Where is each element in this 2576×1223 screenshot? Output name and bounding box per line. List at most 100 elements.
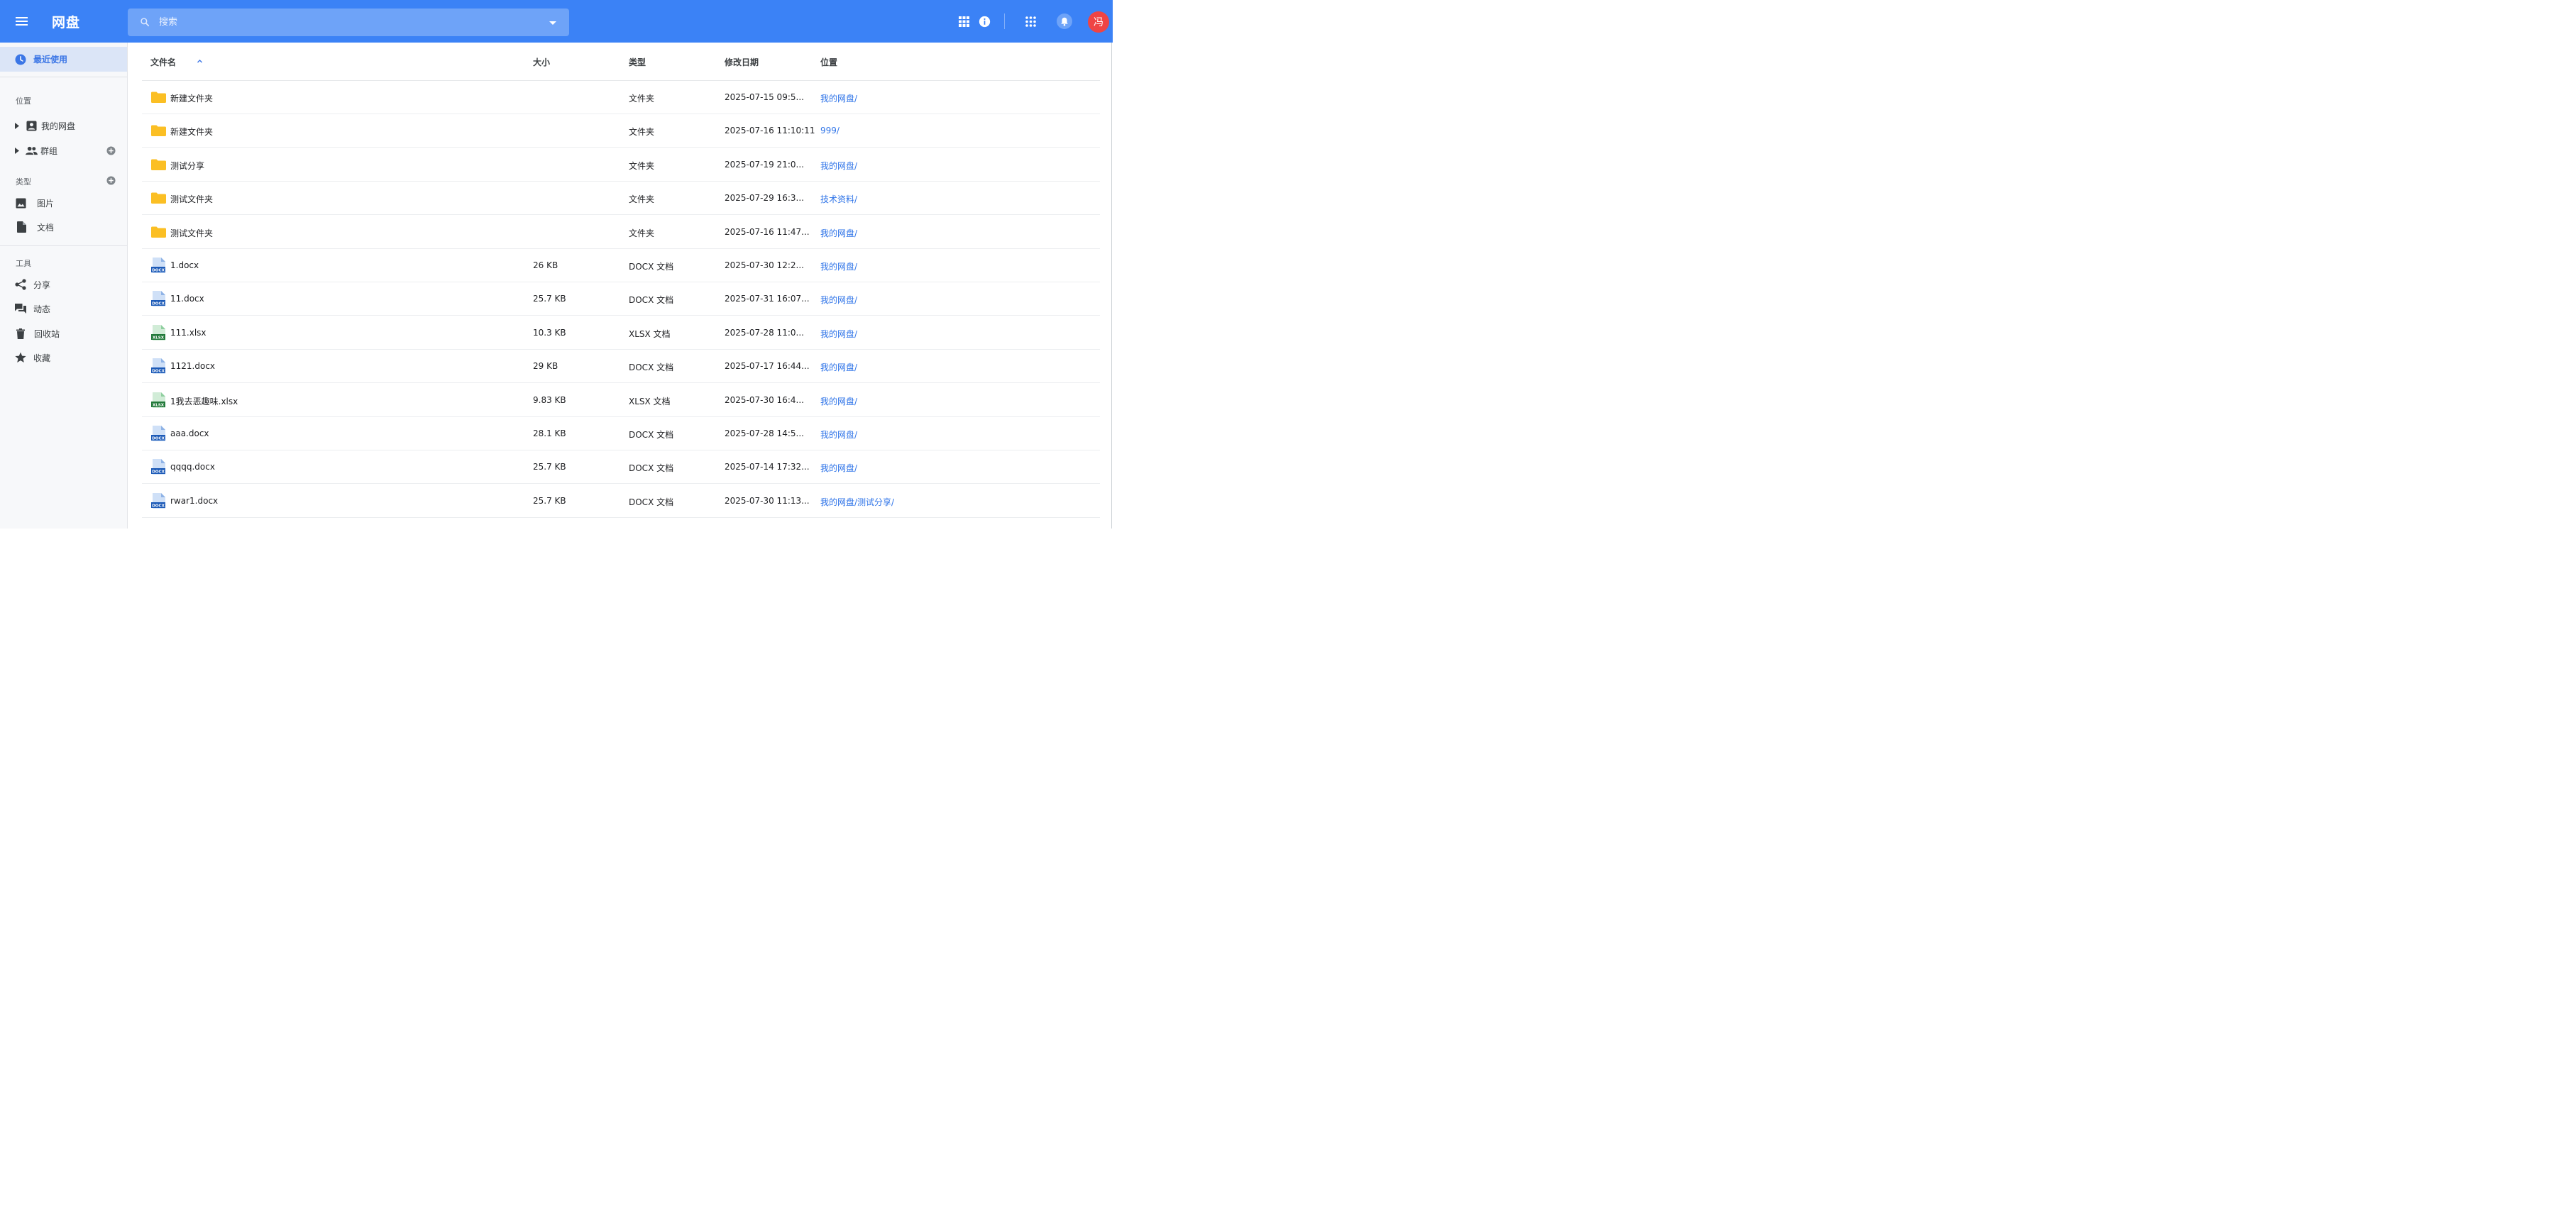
group-icon [26,146,38,155]
column-header-name[interactable]: 文件名 [150,56,176,68]
file-name[interactable]: 新建文件夹 [170,92,213,104]
file-type: DOCX 文档 [629,430,674,440]
file-badge-text: DOCX [152,470,165,475]
folder-icon [151,92,166,103]
table-row[interactable]: DOCX 11.docx 25.7 KB DOCX 文档 2025-07-31 16:0… [142,282,1100,316]
file-location-link[interactable]: 我的网盘/ [820,160,857,172]
sidebar-item-activity[interactable]: 动态 [0,298,127,319]
file-location-link[interactable]: 我的网盘/ [820,428,857,441]
file-list: 文件名 大小 类型 修改日期 位置 新建文件夹 文件夹 2025-07-15 09:… [128,43,1113,529]
file-name[interactable]: 测试文件夹 [170,227,213,239]
sidebar-item-trash[interactable]: 回收站 [0,323,127,344]
folder-icon [151,159,166,170]
file-badge-text: DOCX [152,268,165,272]
sidebar-item-label: 文档 [37,222,55,233]
table-row[interactable]: DOCX 1121.docx 29 KB DOCX 文档 2025-07-17 16:4… [142,350,1100,384]
apps-icon[interactable] [1023,14,1037,28]
file-name[interactable]: qqqq.docx [170,462,215,472]
file-name[interactable]: 测试分享 [170,160,204,172]
sidebar-item-recent[interactable]: 最近使用 [0,47,127,72]
table-row[interactable]: 测试文件夹 文件夹 2025-07-16 11:47... 我的网盘/ [142,216,1100,249]
column-header-type[interactable]: 类型 [629,56,646,68]
image-icon [16,197,26,209]
file-type: 文件夹 [629,94,655,104]
search-bar[interactable] [128,9,569,36]
avatar-initial: 冯 [1094,17,1103,28]
file-location-link[interactable]: 我的网盘/ [820,462,857,474]
file-name[interactable]: 1121.docx [170,361,215,371]
sidebar-item-label: 最近使用 [33,55,68,65]
scroll-edge [1111,43,1112,529]
star-icon [15,352,26,363]
expand-caret-icon[interactable] [13,122,21,129]
file-location-link[interactable]: 我的网盘/ [820,227,857,239]
add-type-icon[interactable] [106,176,116,185]
file-type: 文件夹 [629,194,655,205]
document-icon [17,221,26,233]
column-header-location[interactable]: 位置 [820,56,837,68]
file-modified-date: 2025-07-31 16:07... [725,294,810,304]
sidebar-section-location: 位置 [16,96,31,106]
bell-icon[interactable] [1057,13,1072,29]
file-size: 25.7 KB [533,462,566,472]
file-name[interactable]: 111.xlsx [170,328,207,338]
sidebar-item-share[interactable]: 分享 [0,274,127,295]
file-type: DOCX 文档 [629,497,674,507]
file-badge-text: DOCX [152,369,165,373]
search-options-dropdown-icon[interactable] [547,17,558,28]
file-location-link[interactable]: 技术资料/ [820,193,857,205]
file-name[interactable]: 1我去恶趣味.xlsx [170,395,238,407]
file-location-link[interactable]: 999/ [820,126,840,135]
file-modified-date: 2025-07-15 09:5... [725,92,804,102]
table-row[interactable]: XLSX 1我去恶趣味.xlsx 9.83 KB XLSX 文档 2025-07-30 … [142,384,1100,417]
table-row[interactable]: 新建文件夹 文件夹 2025-07-15 09:5... 我的网盘/ [142,81,1100,114]
search-input[interactable] [159,9,528,36]
file-type: DOCX 文档 [629,262,674,272]
menu-icon[interactable] [11,11,31,31]
table-row[interactable]: DOCX aaa.docx 28.1 KB DOCX 文档 2025-07-28 14:… [142,417,1100,450]
table-row[interactable]: 新建文件夹 文件夹 2025-07-16 11:10:11 999/ [142,114,1100,148]
folder-icon [151,192,166,204]
file-name[interactable]: rwar1.docx [170,496,218,506]
file-location-link[interactable]: 我的网盘/ [820,294,857,306]
file-location-link[interactable]: 我的网盘/ [820,92,857,104]
column-header-size[interactable]: 大小 [533,56,550,68]
file-location-link[interactable]: 我的网盘/测试分享/ [820,496,894,508]
file-name[interactable]: 测试文件夹 [170,193,213,205]
docx-file-icon: DOCX [151,291,165,307]
sidebar-item-images[interactable]: 图片 [0,192,127,214]
table-row[interactable]: 测试文件夹 文件夹 2025-07-29 16:3... 技术资料/ [142,182,1100,216]
file-type: 文件夹 [629,228,655,238]
file-location-link[interactable]: 我的网盘/ [820,361,857,373]
table-row[interactable]: 测试分享 文件夹 2025-07-19 21:0... 我的网盘/ [142,148,1100,182]
file-name[interactable]: aaa.docx [170,428,209,438]
file-location-link[interactable]: 我的网盘/ [820,328,857,340]
table-header: 文件名 大小 类型 修改日期 位置 [142,43,1100,81]
file-size: 29 KB [533,361,558,372]
sidebar-item-favorites[interactable]: 收藏 [0,347,127,368]
sidebar-item-my-drive[interactable]: 我的网盘 [0,115,127,136]
table-row[interactable]: DOCX 1.docx 26 KB DOCX 文档 2025-07-30 12:2...… [142,249,1100,282]
sort-ascending-icon[interactable] [197,58,203,65]
file-modified-date: 2025-07-28 14:5... [725,428,804,438]
table-row[interactable]: XLSX 111.xlsx 10.3 KB XLSX 文档 2025-07-28 11:… [142,316,1100,350]
file-modified-date: 2025-07-17 16:44... [725,361,810,372]
table-row[interactable]: DOCX qqqq.docx 25.7 KB DOCX 文档 2025-07-14 17… [142,450,1100,485]
sidebar-section-type: 类型 [16,177,31,187]
file-type: DOCX 文档 [629,463,674,474]
column-header-modified[interactable]: 修改日期 [725,56,759,68]
sidebar-item-documents[interactable]: 文档 [0,216,127,238]
info-icon[interactable] [977,14,991,28]
file-type: 文件夹 [629,160,655,171]
file-name[interactable]: 11.docx [170,294,204,304]
add-group-icon[interactable] [106,146,116,155]
view-grid-icon[interactable] [957,14,971,28]
expand-caret-icon[interactable] [13,147,21,154]
file-badge-text: DOCX [152,302,165,306]
file-name[interactable]: 1.docx [170,260,199,270]
file-location-link[interactable]: 我的网盘/ [820,395,857,407]
table-row[interactable]: DOCX rwar1.docx 25.7 KB DOCX 文档 2025-07-30 1… [142,485,1100,518]
user-avatar[interactable]: 冯 [1088,11,1109,33]
file-location-link[interactable]: 我的网盘/ [820,260,857,272]
file-name[interactable]: 新建文件夹 [170,126,213,138]
